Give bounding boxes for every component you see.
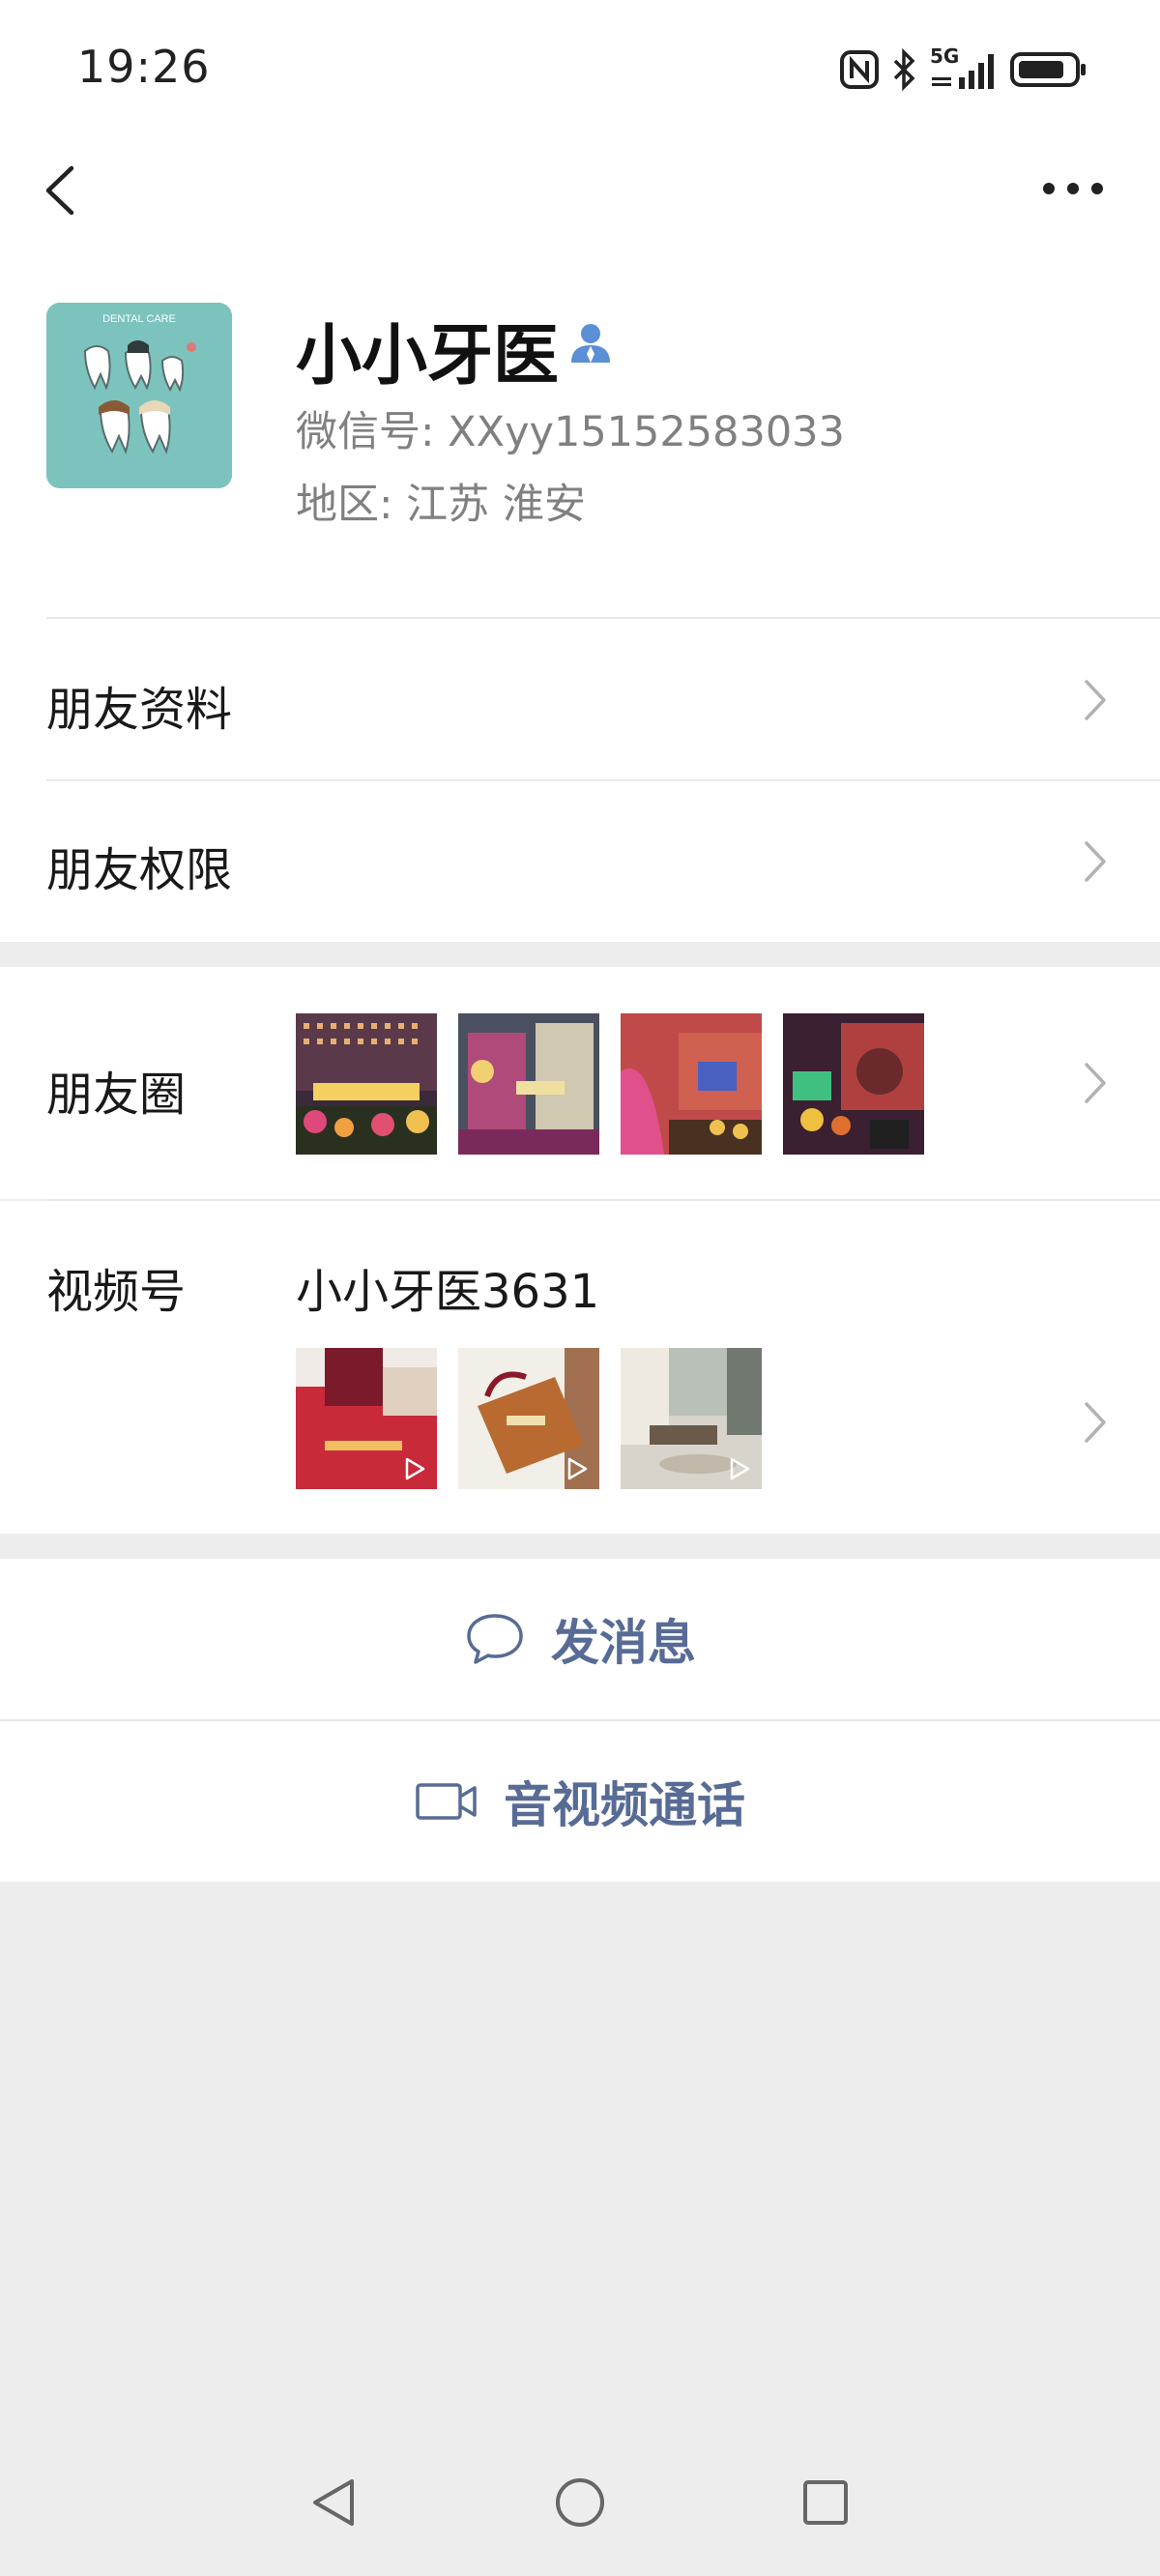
- region: 地区: 江苏 淮安: [296, 481, 586, 529]
- moments-photo: [621, 1013, 762, 1155]
- chevron-right-icon: [1085, 841, 1106, 882]
- channels-label: 视频号: [46, 1265, 187, 1319]
- nav-home-icon[interactable]: [551, 2474, 609, 2532]
- battery-icon: [1010, 52, 1086, 87]
- more-dots-icon: [1043, 183, 1103, 194]
- back-button[interactable]: [39, 157, 97, 224]
- moments-row[interactable]: 朋友圈: [0, 967, 1160, 1201]
- send-message-button[interactable]: 发消息: [0, 1559, 1160, 1719]
- avatar[interactable]: DENTAL CARE: [46, 303, 232, 488]
- nav-back-icon[interactable]: [305, 2474, 363, 2532]
- profile-card: DENTAL CARE 小小牙医 微信号: XXyy15152583033 地区…: [0, 242, 1160, 619]
- profile-name: 小小牙医: [296, 318, 560, 395]
- video-call-button[interactable]: 音视频通话: [0, 1721, 1160, 1882]
- bluetooth-icon: [893, 48, 915, 91]
- chevron-right-icon: [1085, 1063, 1106, 1103]
- chevron-right-icon: [1085, 1402, 1106, 1443]
- channels-video-thumb: [296, 1348, 437, 1489]
- channels-video-thumb: [621, 1348, 762, 1489]
- nav-recents-icon[interactable]: [797, 2474, 855, 2532]
- friend-permission-label: 朋友权限: [46, 843, 233, 897]
- nav-bar: [0, 135, 1160, 242]
- avatar-text: DENTAL CARE: [102, 313, 176, 325]
- moments-label: 朋友圈: [46, 1068, 187, 1122]
- status-icons: 5G: [839, 44, 1088, 93]
- nfc-icon: [840, 50, 879, 89]
- play-icon: [730, 1457, 750, 1480]
- more-button[interactable]: [1034, 164, 1112, 213]
- chevron-right-icon: [1085, 680, 1106, 720]
- chat-bubble-icon: [467, 1614, 523, 1664]
- contact-icon: [571, 324, 610, 363]
- channels-row[interactable]: 视频号 小小牙医3631: [0, 1201, 1160, 1534]
- moments-photo: [783, 1013, 924, 1155]
- channels-video-thumb: [458, 1348, 599, 1489]
- friend-info-label: 朋友资料: [46, 683, 233, 737]
- friend-info-row[interactable]: 朋友资料: [0, 619, 1160, 781]
- friend-permission-row[interactable]: 朋友权限: [0, 781, 1160, 942]
- send-message-label: 发消息: [551, 1615, 696, 1671]
- play-icon: [405, 1457, 425, 1480]
- moments-photo: [296, 1013, 437, 1155]
- play-icon: [567, 1457, 588, 1480]
- status-time: 19:26: [77, 41, 211, 93]
- moments-photo: [458, 1013, 599, 1155]
- video-call-label: 音视频通话: [504, 1777, 745, 1833]
- chevron-left-icon: [45, 165, 74, 216]
- wechat-id: 微信号: XXyy15152583033: [296, 408, 845, 456]
- system-nav-bar: [0, 2456, 1160, 2576]
- status-bar: 19:26 5G: [0, 0, 1160, 135]
- channels-name: 小小牙医3631: [296, 1265, 600, 1319]
- video-camera-icon: [416, 1783, 477, 1820]
- signal-icon: 5G: [930, 44, 998, 91]
